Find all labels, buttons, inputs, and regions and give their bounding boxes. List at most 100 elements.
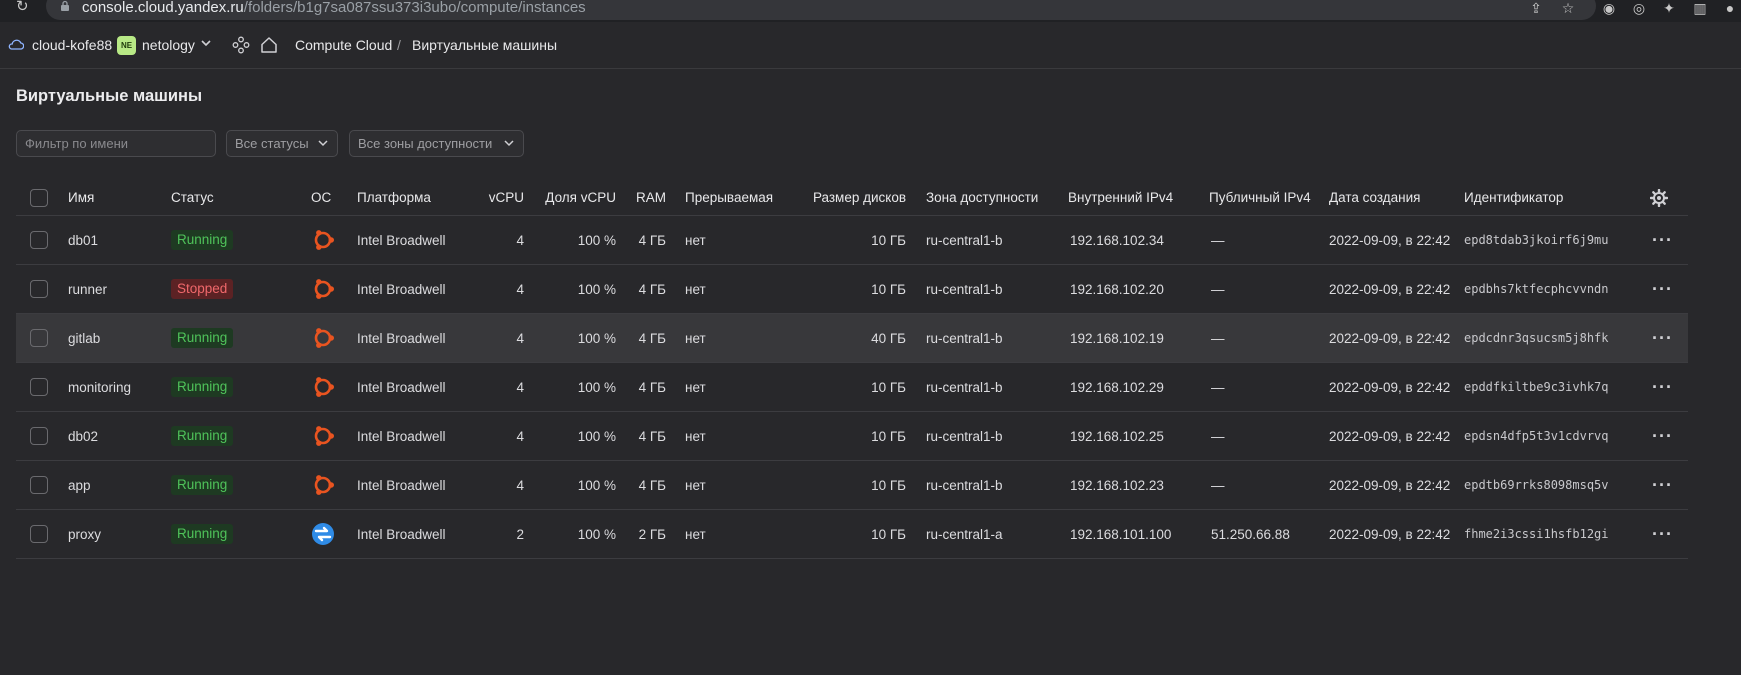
ubuntu-icon — [314, 377, 334, 397]
instance-name[interactable]: db01 — [68, 216, 98, 264]
bookmark-star-icon[interactable]: ☆ — [1560, 0, 1576, 16]
column-header-vcpu-share[interactable]: Доля vCPU — [526, 180, 616, 215]
extensions-puzzle-icon[interactable]: ✦ — [1661, 0, 1677, 16]
row-checkbox[interactable] — [30, 427, 48, 445]
row-actions-button[interactable]: ··· — [1652, 510, 1673, 558]
column-header-status[interactable]: Статус — [171, 180, 214, 215]
ram-cell: 4 ГБ — [638, 477, 666, 493]
extension-ring-icon[interactable]: ◎ — [1630, 0, 1648, 16]
chevron-down-icon[interactable] — [201, 40, 211, 47]
platform-cell: Intel Broadwell — [357, 526, 446, 542]
disk-size-cell: 10 ГБ — [871, 281, 906, 297]
table-row[interactable]: db02 Running Intel Broadwell 4 100 % 4 Г… — [16, 412, 1688, 461]
row-checkbox-cell[interactable] — [30, 265, 48, 313]
column-header-created[interactable]: Дата создания — [1329, 180, 1421, 215]
preemptible-cell: нет — [685, 526, 706, 542]
column-header-ram[interactable]: RAM — [616, 180, 666, 215]
home-icon[interactable] — [260, 36, 278, 54]
column-header-platform[interactable]: Платформа — [357, 180, 431, 215]
row-checkbox-cell[interactable] — [30, 510, 48, 558]
vcpu-cell: 4 — [516, 379, 524, 395]
more-options-icon[interactable]: ··· — [1652, 524, 1673, 545]
more-options-icon[interactable]: ··· — [1652, 230, 1673, 251]
row-actions-button[interactable]: ··· — [1652, 363, 1673, 411]
table-row[interactable]: app Running Intel Broadwell 4 100 % 4 ГБ… — [16, 461, 1688, 510]
disk-size-cell: 10 ГБ — [871, 526, 906, 542]
disk-size-cell: 10 ГБ — [871, 232, 906, 248]
services-icon[interactable] — [232, 36, 250, 54]
instance-name[interactable]: monitoring — [68, 363, 131, 411]
table-row[interactable]: gitlab Running Intel Broadwell 4 100 % 4… — [16, 314, 1688, 363]
column-header-vcpu[interactable]: vCPU — [456, 180, 524, 215]
row-checkbox[interactable] — [30, 525, 48, 543]
instance-name[interactable]: gitlab — [68, 314, 100, 362]
reload-icon[interactable]: ↻ — [16, 0, 32, 16]
column-header-preemptible[interactable]: Прерываемая — [685, 180, 773, 215]
row-actions-button[interactable]: ··· — [1652, 412, 1673, 460]
name-filter-input[interactable] — [16, 130, 216, 157]
more-options-icon[interactable]: ··· — [1652, 279, 1673, 300]
public-ip-cell: — — [1211, 330, 1225, 346]
instance-name[interactable]: app — [68, 461, 91, 509]
row-checkbox[interactable] — [30, 476, 48, 494]
share-icon[interactable]: ⇪ — [1528, 0, 1544, 16]
extension-mask-icon[interactable]: ◉ — [1600, 0, 1618, 16]
column-header-zone[interactable]: Зона доступности — [926, 180, 1038, 215]
side-panel-icon[interactable]: ▥ — [1692, 0, 1708, 16]
disk-size-cell: 10 ГБ — [871, 477, 906, 493]
column-settings-cell[interactable] — [1650, 180, 1668, 215]
url-text: console.cloud.yandex.ru/folders/b1g7sa08… — [82, 0, 586, 16]
row-checkbox-cell[interactable] — [30, 461, 48, 509]
table-body: db01 Running Intel Broadwell 4 100 % 4 Г… — [16, 216, 1688, 559]
column-header-internal-ip[interactable]: Внутренний IPv4 — [1068, 180, 1173, 215]
gear-icon[interactable] — [1650, 188, 1668, 207]
row-actions-button[interactable]: ··· — [1652, 265, 1673, 313]
zone-select[interactable]: Все зоны доступности — [349, 130, 524, 157]
more-options-icon[interactable]: ··· — [1652, 328, 1673, 349]
instance-name[interactable]: runner — [68, 265, 107, 313]
created-cell: 2022-09-09, в 22:42 — [1329, 428, 1451, 444]
row-checkbox[interactable] — [30, 329, 48, 347]
ram-cell: 4 ГБ — [638, 232, 666, 248]
profile-icon[interactable]: ● — [1722, 0, 1738, 16]
row-checkbox-cell[interactable] — [30, 412, 48, 460]
row-checkbox-cell[interactable] — [30, 363, 48, 411]
row-actions-button[interactable]: ··· — [1652, 216, 1673, 264]
breadcrumb-service[interactable]: Compute Cloud — [295, 37, 392, 53]
row-checkbox[interactable] — [30, 378, 48, 396]
cloud-name[interactable]: cloud-kofe88 — [32, 37, 112, 53]
row-checkbox[interactable] — [30, 231, 48, 249]
lock-icon — [61, 0, 69, 11]
table-row[interactable]: runner Stopped Intel Broadwell 4 100 % 4… — [16, 265, 1688, 314]
public-ip-cell: — — [1211, 281, 1225, 297]
table-row[interactable]: monitoring Running Intel Broadwell 4 100… — [16, 363, 1688, 412]
row-actions-button[interactable]: ··· — [1652, 461, 1673, 509]
instance-name[interactable]: proxy — [68, 510, 101, 558]
row-checkbox-cell[interactable] — [30, 314, 48, 362]
platform-cell: Intel Broadwell — [357, 330, 446, 346]
select-all-cell[interactable] — [30, 180, 48, 215]
row-checkbox-cell[interactable] — [30, 216, 48, 264]
column-header-public-ip[interactable]: Публичный IPv4 — [1209, 180, 1311, 215]
table-row[interactable]: proxy Running Intel Broadwell 2 100 % 2 … — [16, 510, 1688, 559]
status-cell: Running — [171, 412, 234, 460]
table-row[interactable]: db01 Running Intel Broadwell 4 100 % 4 Г… — [16, 216, 1688, 265]
column-header-os[interactable]: ОС — [311, 180, 331, 215]
public-ip-cell: 51.250.66.88 — [1211, 526, 1290, 542]
column-header-id[interactable]: Идентификатор — [1464, 180, 1563, 215]
more-options-icon[interactable]: ··· — [1652, 426, 1673, 447]
instance-name[interactable]: db02 — [68, 412, 98, 460]
column-header-disk-size[interactable]: Размер дисков — [776, 180, 906, 215]
created-cell: 2022-09-09, в 22:42 — [1329, 330, 1451, 346]
more-options-icon[interactable]: ··· — [1652, 475, 1673, 496]
os-cell — [311, 265, 335, 313]
zone-cell: ru-central1-b — [926, 281, 1003, 297]
public-ip-cell: — — [1211, 477, 1225, 493]
row-actions-button[interactable]: ··· — [1652, 314, 1673, 362]
status-select[interactable]: Все статусы — [226, 130, 338, 157]
more-options-icon[interactable]: ··· — [1652, 377, 1673, 398]
row-checkbox[interactable] — [30, 280, 48, 298]
select-all-checkbox[interactable] — [30, 188, 48, 207]
column-header-name[interactable]: Имя — [68, 180, 94, 215]
folder-name[interactable]: netology — [142, 37, 195, 53]
